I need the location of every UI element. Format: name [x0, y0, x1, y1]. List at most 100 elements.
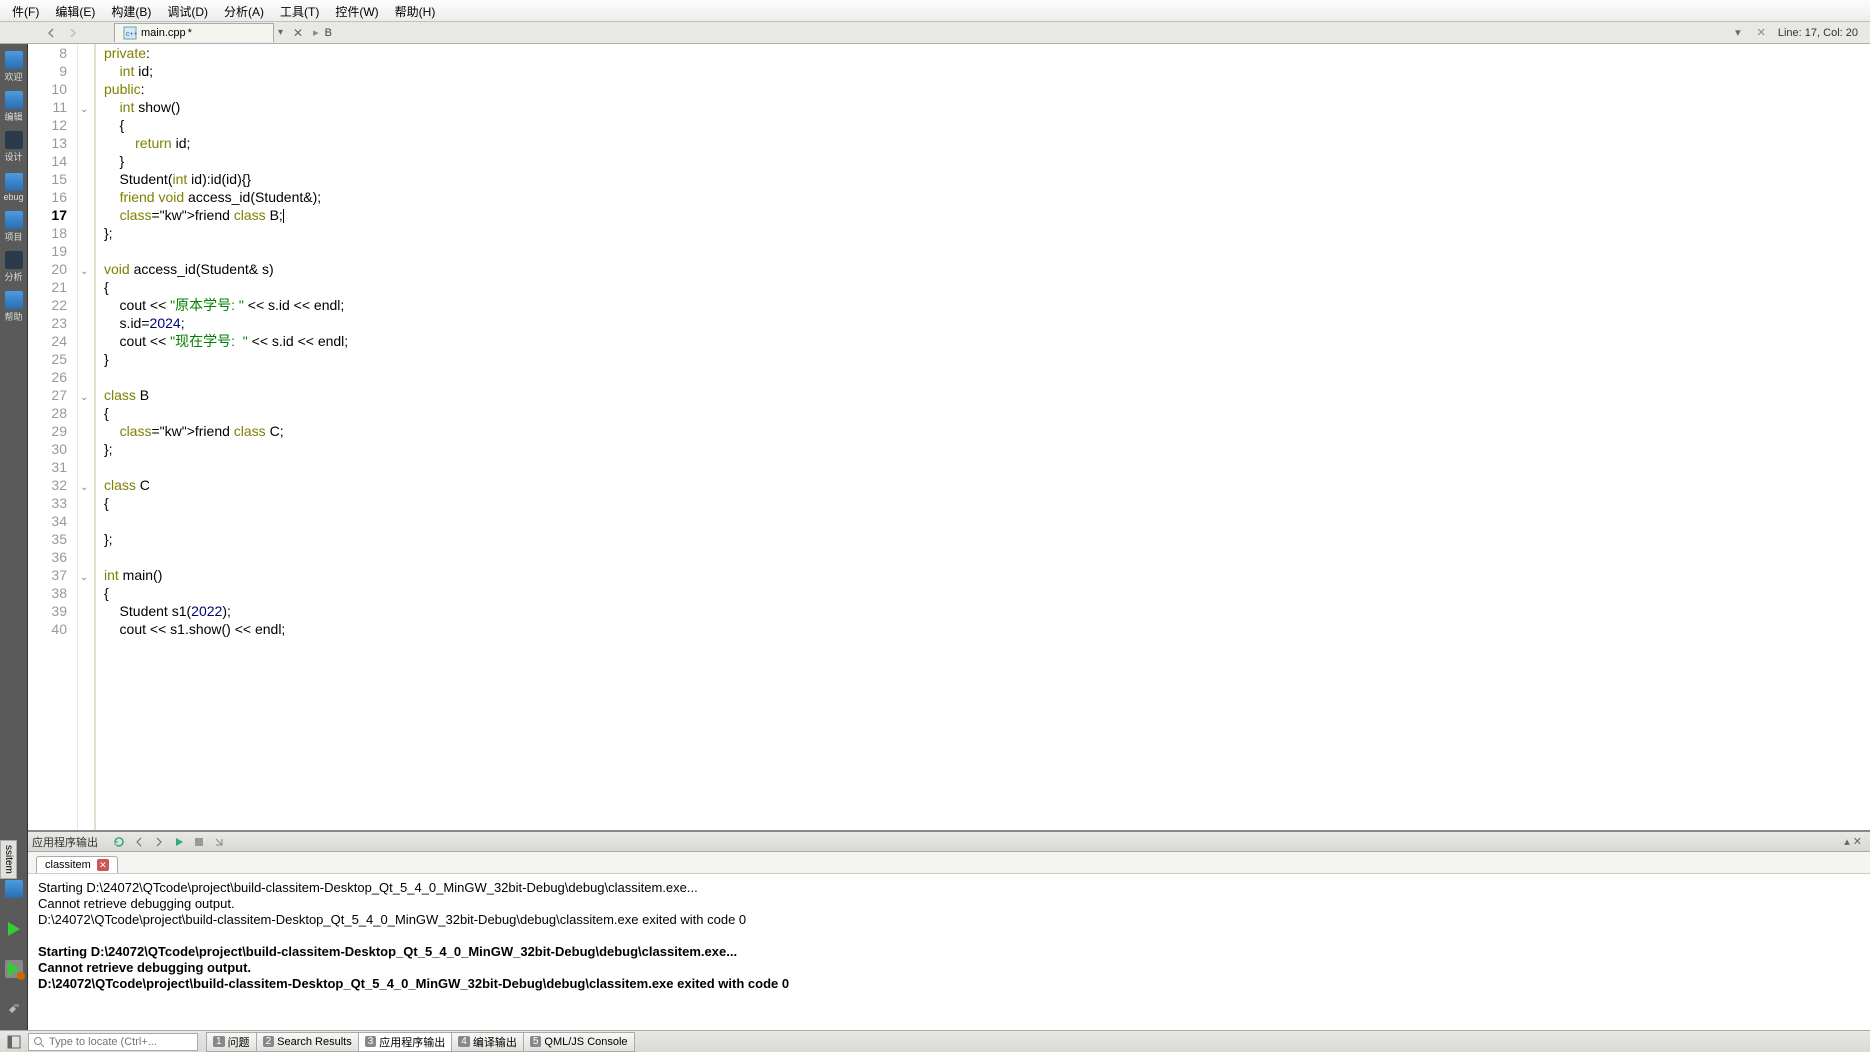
output-pane-tab[interactable]: 5QML/JS Console [523, 1032, 635, 1052]
code-line[interactable] [104, 368, 1870, 386]
code-line[interactable]: class="kw">friend class B; [104, 206, 1870, 224]
code-line[interactable]: class B [104, 386, 1870, 404]
menu-item[interactable]: 调试(D) [159, 0, 216, 21]
tab-label: 问题 [228, 1034, 250, 1050]
mode-帮助[interactable]: 帮助 [2, 288, 26, 326]
code-line[interactable]: cout << "原本学号: " << s.id << endl; [104, 296, 1870, 314]
tab-dropdown-icon[interactable]: ▾ [278, 27, 283, 38]
menu-item[interactable]: 件(F) [4, 0, 47, 21]
code-line[interactable]: int main() [104, 566, 1870, 584]
tab-number-badge: 3 [365, 1036, 377, 1047]
output-pane-tab[interactable]: 2Search Results [256, 1032, 359, 1052]
code-line[interactable]: { [104, 404, 1870, 422]
sidebar-toggle-button[interactable] [4, 1034, 24, 1050]
code-line[interactable]: Student s1(2022); [104, 602, 1870, 620]
menu-item[interactable]: 帮助(H) [387, 0, 444, 21]
code-line[interactable]: }; [104, 530, 1870, 548]
code-line[interactable]: }; [104, 224, 1870, 242]
line-number: 9 [28, 62, 73, 80]
mode-项目[interactable]: 项目 [2, 208, 26, 246]
code-line[interactable]: cout << "现在学号: " << s.id << endl; [104, 332, 1870, 350]
output-prev-button[interactable] [130, 834, 148, 850]
code-line[interactable]: public: [104, 80, 1870, 98]
code-line[interactable] [104, 242, 1870, 260]
code-line[interactable]: s.id=2024; [104, 314, 1870, 332]
mode-ebug[interactable]: ebug [2, 168, 26, 206]
build-button[interactable] [2, 990, 26, 1028]
left-docked-tab[interactable]: ssitem [0, 840, 17, 879]
code-line[interactable]: int id; [104, 62, 1870, 80]
output-pane-tab[interactable]: 1问题 [206, 1032, 257, 1052]
code-line[interactable] [104, 458, 1870, 476]
mode-设计[interactable]: 设计 [2, 128, 26, 166]
code-line[interactable]: { [104, 116, 1870, 134]
code-line[interactable]: } [104, 152, 1870, 170]
output-pane-tab[interactable]: 3应用程序输出 [358, 1032, 453, 1052]
output-close-button[interactable]: ▴ ✕ [1840, 835, 1866, 848]
code-line[interactable]: cout << s1.show() << endl; [104, 620, 1870, 638]
line-number: 24 [28, 332, 73, 350]
output-line: Cannot retrieve debugging output. [38, 960, 1860, 976]
output-rerun-button[interactable] [110, 834, 128, 850]
output-pane-tab[interactable]: 4编译输出 [451, 1032, 524, 1052]
breadcrumb-dropdown-icon[interactable]: ▾ [1735, 26, 1741, 39]
mode-编辑[interactable]: 编辑 [2, 88, 26, 126]
mode-分析[interactable]: 分析 [2, 248, 26, 286]
code-editor[interactable]: 8910111213141516171819202122232425262728… [28, 44, 1870, 830]
code-line[interactable]: { [104, 278, 1870, 296]
menu-item[interactable]: 分析(A) [216, 0, 272, 21]
line-number: 20 [28, 260, 73, 278]
code-line[interactable]: class="kw">friend class C; [104, 422, 1870, 440]
output-attach-button[interactable] [210, 834, 228, 850]
code-line[interactable]: void access_id(Student& s) [104, 260, 1870, 278]
code-line[interactable]: private: [104, 44, 1870, 62]
line-number: 22 [28, 296, 73, 314]
line-number: 13 [28, 134, 73, 152]
code-line[interactable]: } [104, 350, 1870, 368]
code-line[interactable]: Student(int id):id(id){} [104, 170, 1870, 188]
output-body[interactable]: Starting D:\24072\QTcode\project\build-c… [28, 874, 1870, 1030]
debug-button[interactable] [2, 950, 26, 988]
fold-toggle-icon[interactable]: ⌄ [80, 479, 90, 489]
code-line[interactable]: { [104, 584, 1870, 602]
line-number: 31 [28, 458, 73, 476]
nav-forward-button[interactable] [64, 24, 82, 42]
output-tab-close-icon[interactable]: ✕ [97, 859, 109, 871]
output-stop-button[interactable] [190, 834, 208, 850]
line-number: 32 [28, 476, 73, 494]
code-line[interactable]: { [104, 494, 1870, 512]
menu-item[interactable]: 构建(B) [103, 0, 159, 21]
fold-toggle-icon[interactable]: ⌄ [80, 263, 90, 273]
locator-input[interactable] [49, 1036, 193, 1048]
menu-item[interactable]: 工具(T) [272, 0, 327, 21]
tab-close-button[interactable]: ✕ [289, 26, 307, 40]
fold-toggle-icon[interactable]: ⌄ [80, 101, 90, 111]
breadcrumb-close-icon[interactable]: ✕ [1757, 26, 1766, 39]
fold-toggle-icon[interactable]: ⌄ [80, 569, 90, 579]
code-line[interactable]: return id; [104, 134, 1870, 152]
file-tab[interactable]: c++ main.cpp* [114, 23, 274, 42]
mode-icon [5, 173, 23, 191]
locator-search[interactable] [28, 1033, 198, 1051]
code-line[interactable] [104, 512, 1870, 530]
menu-item[interactable]: 编辑(E) [47, 0, 103, 21]
tab-number-badge: 4 [458, 1036, 470, 1047]
output-tab-classitem[interactable]: classitem ✕ [36, 856, 118, 873]
code-line[interactable]: class C [104, 476, 1870, 494]
breadcrumb-symbol[interactable]: B [325, 27, 332, 39]
mode-欢迎[interactable]: 欢迎 [2, 48, 26, 86]
output-next-button[interactable] [150, 834, 168, 850]
mode-label: 分析 [4, 270, 22, 283]
code-line[interactable]: int show() [104, 98, 1870, 116]
code-content[interactable]: private: int id;public: int show() { ret… [98, 44, 1870, 830]
run-button[interactable] [2, 910, 26, 948]
code-line[interactable]: friend void access_id(Student&); [104, 188, 1870, 206]
output-run-button[interactable] [170, 834, 188, 850]
code-line[interactable] [104, 548, 1870, 566]
fold-gutter[interactable]: ⌄ ⌄ ⌄ ⌄ ⌄ [78, 44, 94, 830]
menu-item[interactable]: 控件(W) [327, 0, 386, 21]
nav-back-button[interactable] [42, 24, 60, 42]
code-line[interactable]: }; [104, 440, 1870, 458]
fold-toggle-icon[interactable]: ⌄ [80, 389, 90, 399]
breadcrumb-sep-icon: ▸ [313, 26, 319, 39]
